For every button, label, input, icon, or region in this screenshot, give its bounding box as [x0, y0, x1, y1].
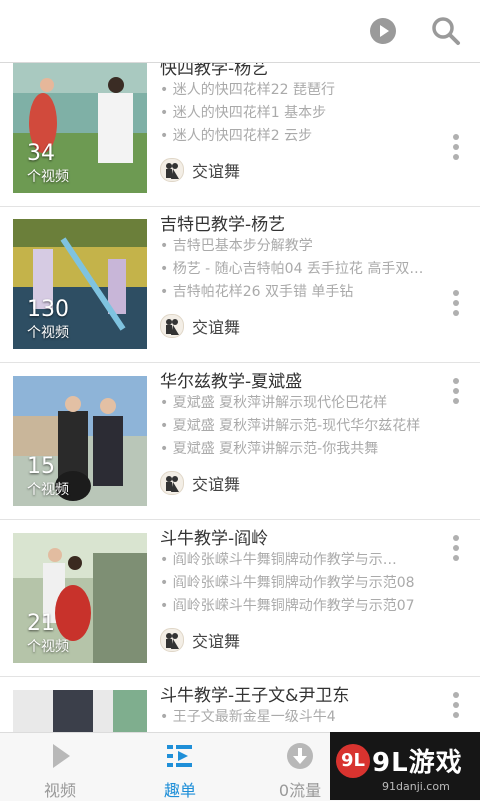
category-label: 交谊舞 — [192, 318, 241, 337]
category-label: 交谊舞 — [192, 162, 241, 181]
video-count-label: 个视频 — [27, 325, 69, 341]
more-options-icon[interactable] — [451, 692, 461, 722]
more-options-icon[interactable] — [451, 290, 461, 320]
tab-label: 视频 — [43, 781, 76, 800]
category-tag[interactable]: 交谊舞 — [160, 628, 240, 652]
playlist-title[interactable]: 吉特巴教学-杨艺 — [160, 210, 285, 235]
playlist-item: • 夏斌盛 夏秋萍讲解示范-现代华尔兹花样 — [160, 418, 421, 434]
playlist-thumbnail[interactable] — [13, 690, 147, 732]
site-watermark: 9L 9L游戏 91danji.com — [330, 732, 480, 800]
playlist-thumbnail[interactable]: 21 个视频 — [13, 533, 147, 663]
category-avatar-icon — [160, 314, 184, 338]
playlist-title[interactable]: 快四教学-杨艺 — [160, 62, 268, 79]
category-avatar-icon — [160, 471, 184, 495]
play-icon — [53, 744, 70, 768]
download-icon — [287, 743, 313, 769]
video-count: 15 — [27, 454, 55, 479]
playlist-item: • 迷人的快四花样1 基本步 — [160, 105, 327, 121]
search-icon[interactable] — [430, 15, 462, 47]
playlist-item: • 吉特帕花样26 双手错 单手钻 — [160, 284, 354, 300]
playlist-card[interactable]: 斗牛教学-王子文&尹卫东 • 王子文最新金星一级斗牛4 — [0, 678, 480, 732]
playlist-card[interactable]: 15 个视频 华尔兹教学-夏斌盛 • 夏斌盛 夏秋萍讲解示现代伦巴花样 • 夏斌… — [0, 364, 480, 520]
tab-playlists[interactable]: 趣单 — [120, 733, 240, 801]
thumbnail-image — [13, 690, 147, 732]
category-label: 交谊舞 — [192, 632, 241, 651]
playlist-item: • 迷人的快四花样22 琵琶行 — [160, 82, 335, 98]
category-tag[interactable]: 交谊舞 — [160, 158, 240, 182]
playlist-title[interactable]: 华尔兹教学-夏斌盛 — [160, 367, 302, 392]
category-avatar-icon — [160, 158, 184, 182]
playlist-item: • 阎岭张嵘斗牛舞铜牌动作教学与示范07 — [160, 598, 415, 614]
playlist-card[interactable]: 34 个视频 快四教学-杨艺 • 迷人的快四花样22 琵琶行 • 迷人的快四花样… — [0, 62, 480, 207]
video-count: 34 — [27, 141, 55, 166]
category-tag[interactable]: 交谊舞 — [160, 471, 240, 495]
playlist-title[interactable]: 斗牛教学-阎岭 — [160, 524, 268, 549]
category-label: 交谊舞 — [192, 475, 241, 494]
tab-videos[interactable]: 视频 — [0, 733, 120, 801]
playlist-list[interactable]: 34 个视频 快四教学-杨艺 • 迷人的快四花样22 琵琶行 • 迷人的快四花样… — [0, 62, 480, 732]
category-avatar-icon — [160, 628, 184, 652]
video-count-label: 个视频 — [27, 169, 69, 185]
watermark-title: 9L游戏 — [372, 748, 463, 778]
more-options-icon[interactable] — [451, 535, 461, 565]
play-circle-icon[interactable] — [367, 15, 399, 47]
playlist-item: • 阎岭张嵘斗牛舞铜牌动作教学与示… — [160, 552, 397, 568]
playlist-item: • 迷人的快四花样2 云步 — [160, 128, 313, 144]
video-count-label: 个视频 — [27, 639, 69, 655]
playlist-icon — [167, 745, 192, 767]
playlist-item: • 杨艺 - 随心吉特帕04 丢手拉花 高手双… — [160, 261, 424, 277]
video-count: 130 — [27, 297, 69, 322]
watermark-url: 91danji.com — [382, 780, 450, 793]
playlist-card[interactable]: 130 个视频 吉特巴教学-杨艺 • 吉特巴基本步分解教学 • 杨艺 - 随心吉… — [0, 207, 480, 363]
playlist-item: • 夏斌盛 夏秋萍讲解示现代伦巴花样 — [160, 395, 388, 411]
tab-label: 趣单 — [163, 781, 196, 800]
more-options-icon[interactable] — [451, 378, 461, 408]
playlist-item: • 吉特巴基本步分解教学 — [160, 238, 313, 254]
playlist-card[interactable]: 21 个视频 斗牛教学-阎岭 • 阎岭张嵘斗牛舞铜牌动作教学与示… • 阎岭张嵘… — [0, 521, 480, 677]
playlist-title[interactable]: 斗牛教学-王子文&尹卫东 — [160, 681, 349, 706]
category-tag[interactable]: 交谊舞 — [160, 314, 240, 338]
playlist-item: • 阎岭张嵘斗牛舞铜牌动作教学与示范08 — [160, 575, 415, 591]
top-bar — [0, 0, 480, 63]
video-count-label: 个视频 — [27, 482, 69, 498]
more-options-icon[interactable] — [451, 134, 461, 164]
playlist-thumbnail[interactable]: 34 个视频 — [13, 63, 147, 193]
playlist-thumbnail[interactable]: 130 个视频 — [13, 219, 147, 349]
playlist-item: • 王子文最新金星一级斗牛4 — [160, 709, 336, 725]
video-count: 21 — [27, 611, 55, 636]
playlist-thumbnail[interactable]: 15 个视频 — [13, 376, 147, 506]
watermark-logo: 9L — [336, 744, 370, 778]
playlist-item: • 夏斌盛 夏秋萍讲解示范-你我共舞 — [160, 441, 379, 457]
